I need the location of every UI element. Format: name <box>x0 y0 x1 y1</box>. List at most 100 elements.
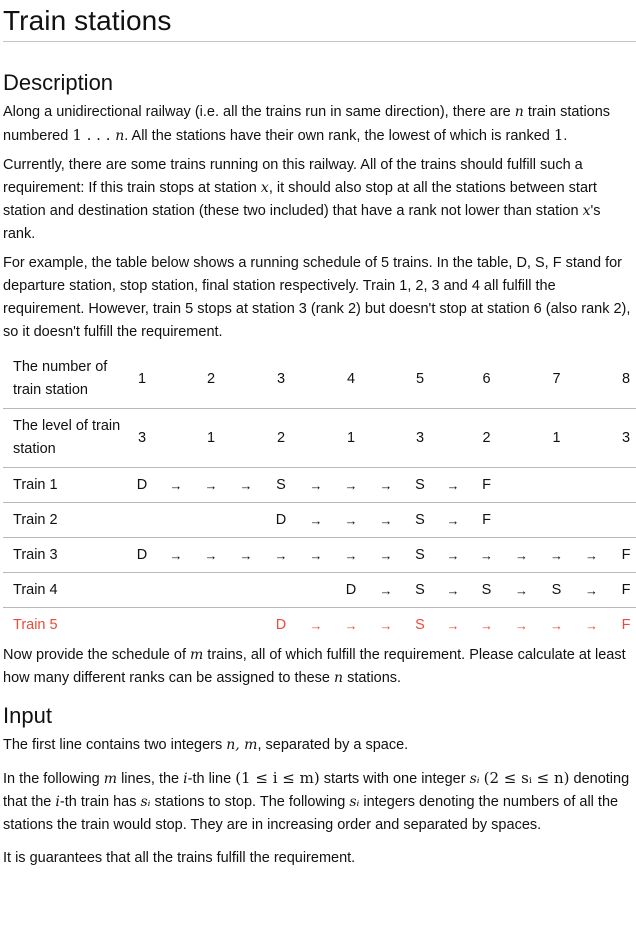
empty-cell <box>609 467 636 503</box>
input-heading: Input <box>3 703 52 728</box>
arrow-icon: → <box>369 537 403 573</box>
description-paragraph-2: Currently, there are some trains running… <box>3 154 636 246</box>
final-marker: F <box>621 616 631 633</box>
station-number: 8 <box>609 350 636 409</box>
station-level: 3 <box>125 408 159 468</box>
arrow-icon: → <box>299 467 333 503</box>
arrow-icon: → <box>480 617 493 633</box>
arrow-icon: → <box>299 502 333 538</box>
empty-cell <box>229 572 263 608</box>
description-paragraph-4: Now provide the schedule of m trains, al… <box>3 644 636 690</box>
text: stations. <box>343 670 402 686</box>
station-number: 4 <box>333 350 369 409</box>
arrow-icon: → <box>369 467 403 503</box>
train-row: Train 3 D → → → → → → → S → → → → → F <box>3 537 636 573</box>
arrow-icon: → <box>263 537 299 573</box>
station-level: 2 <box>263 408 299 468</box>
arrow-icon: → <box>193 467 229 503</box>
spacer-cell <box>159 350 193 409</box>
page-title: Train stations <box>3 0 636 42</box>
arrow-icon: → <box>333 502 369 538</box>
input-paragraph-3: It is guarantees that all the trains ful… <box>3 850 356 866</box>
arrow-icon: → <box>437 502 469 538</box>
station-level: 1 <box>193 408 229 468</box>
train-label: Train 1 <box>3 467 125 503</box>
math-var: sᵢ <box>469 771 480 787</box>
spacer-cell <box>504 408 539 468</box>
spacer-cell <box>299 408 333 468</box>
station-level: 3 <box>403 408 437 468</box>
text: stations to stop. The following <box>150 794 350 810</box>
text: starts with one integer <box>319 771 470 787</box>
stop-marker: S <box>263 467 299 503</box>
arrow-icon: → <box>437 467 469 503</box>
text: -th train has <box>59 794 141 810</box>
station-number-label: The number of train station <box>3 350 125 409</box>
departure-marker: D <box>125 467 159 503</box>
departure-marker: D <box>275 616 287 633</box>
empty-cell <box>159 572 193 608</box>
math-var: x <box>260 180 269 196</box>
math-number: 1 <box>553 126 564 144</box>
train-row: Train 4 D → S → S → S → F <box>3 572 636 608</box>
stop-marker: S <box>403 467 437 503</box>
empty-cell <box>574 502 609 538</box>
spacer-cell <box>504 350 539 409</box>
text: In the following <box>3 771 104 787</box>
text: Along a unidirectional railway (i.e. all… <box>3 104 515 120</box>
empty-cell <box>159 608 193 643</box>
station-number: 6 <box>469 350 504 409</box>
arrow-icon: → <box>309 617 323 633</box>
empty-cell <box>609 502 636 538</box>
station-level-row: The level of train station 3 1 2 1 3 2 1… <box>3 408 636 468</box>
station-number: 2 <box>193 350 229 409</box>
empty-cell <box>125 502 159 538</box>
arrow-icon: → <box>504 572 539 608</box>
arrow-icon: → <box>469 537 504 573</box>
math-range: 1 . . . <box>72 126 116 144</box>
empty-cell <box>125 608 159 643</box>
spacer-cell <box>369 350 403 409</box>
departure-marker: D <box>263 502 299 538</box>
arrow-icon: → <box>229 467 263 503</box>
arrow-icon: → <box>585 617 598 633</box>
train-row: Train 5 D → → → S → → → → → F <box>3 608 636 643</box>
arrow-icon: → <box>299 537 333 573</box>
empty-cell <box>229 502 263 538</box>
empty-cell <box>193 608 229 643</box>
station-level: 1 <box>333 408 369 468</box>
math-condition: (1 ≤ i ≤ m) <box>235 769 320 787</box>
math-var: n <box>115 128 125 144</box>
arrow-icon: → <box>574 572 609 608</box>
arrow-icon: → <box>369 502 403 538</box>
arrow-icon: → <box>515 617 528 633</box>
arrow-icon: → <box>504 537 539 573</box>
spacer-cell <box>437 408 469 468</box>
spacer-cell <box>299 350 333 409</box>
spacer-cell <box>229 350 263 409</box>
empty-cell <box>504 467 539 503</box>
empty-cell <box>263 572 299 608</box>
text: -th line <box>187 771 236 787</box>
arrow-icon: → <box>539 537 574 573</box>
train-label: Train 5 <box>13 616 58 633</box>
arrow-icon: → <box>333 537 369 573</box>
arrow-icon: → <box>229 537 263 573</box>
math-var: sᵢ <box>349 794 360 810</box>
text: lines, the <box>117 771 184 787</box>
station-level: 2 <box>469 408 504 468</box>
train-label: Train 2 <box>3 502 125 538</box>
final-marker: F <box>469 467 504 503</box>
empty-cell <box>299 572 333 608</box>
arrow-icon: → <box>369 572 403 608</box>
train-label: Train 4 <box>3 572 125 608</box>
stop-marker: S <box>415 616 425 633</box>
final-marker: F <box>609 572 636 608</box>
text: , separated by a space. <box>257 737 409 753</box>
math-var: sᵢ <box>140 794 151 810</box>
spacer-cell <box>159 408 193 468</box>
arrow-icon: → <box>437 537 469 573</box>
spacer-cell <box>574 350 609 409</box>
final-marker: F <box>469 502 504 538</box>
arrow-icon: → <box>446 617 460 633</box>
